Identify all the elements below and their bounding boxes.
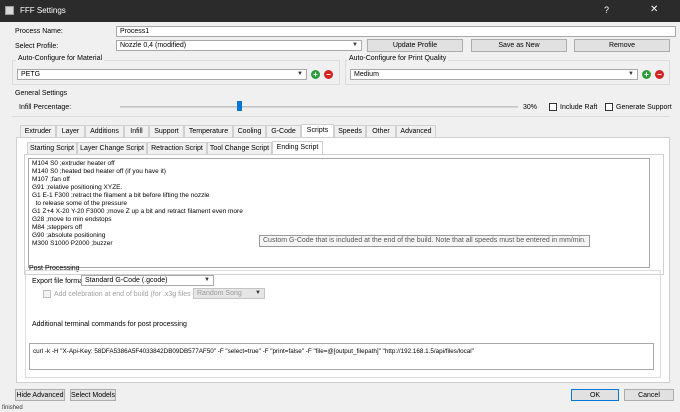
remove-profile-button[interactable]: Remove bbox=[574, 39, 670, 52]
gcode-line: M84 ;steppers off bbox=[32, 224, 83, 231]
section-divider bbox=[12, 116, 670, 117]
terminal-commands-input[interactable]: curl -k -H "X-Api-Key: 58DFA5386A5F40338… bbox=[29, 343, 654, 370]
subtab-starting-script[interactable]: Starting Script bbox=[27, 142, 77, 154]
tab-infill[interactable]: Infill bbox=[124, 125, 149, 137]
tab-temperature[interactable]: Temperature bbox=[184, 125, 233, 137]
include-raft-checkbox[interactable] bbox=[549, 103, 557, 111]
chevron-down-icon: ▼ bbox=[352, 42, 358, 48]
celebration-select[interactable]: Random Song ▼ bbox=[193, 288, 265, 299]
window-title: FFF Settings bbox=[20, 6, 66, 15]
close-icon[interactable]: ✕ bbox=[650, 4, 658, 15]
tab-layer[interactable]: Layer bbox=[56, 125, 85, 137]
tab-speeds[interactable]: Speeds bbox=[334, 125, 366, 137]
ending-script-editor[interactable]: M104 S0 ;extruder heater off M140 S0 ;he… bbox=[28, 158, 650, 268]
status-text: finished bbox=[2, 405, 23, 411]
export-format-value: Standard G-Code (.gcode) bbox=[85, 277, 168, 284]
include-raft-label: Include Raft bbox=[560, 104, 598, 111]
gcode-line: M107 ;fan off bbox=[32, 176, 70, 183]
select-profile-label: Select Profile: bbox=[15, 43, 59, 50]
tab-support[interactable]: Support bbox=[149, 125, 184, 137]
help-icon[interactable]: ? bbox=[604, 5, 609, 15]
terminal-commands-label: Additional terminal commands for post pr… bbox=[32, 321, 187, 328]
subtab-layer-change-script[interactable]: Layer Change Script bbox=[77, 142, 147, 154]
tab-cooling[interactable]: Cooling bbox=[233, 125, 266, 137]
general-settings-label: General Settings bbox=[15, 90, 68, 97]
add-quality-icon[interactable]: + bbox=[642, 70, 651, 79]
infill-slider-thumb[interactable] bbox=[237, 101, 243, 111]
gcode-line: M104 S0 ;extruder heater off bbox=[32, 160, 115, 167]
quality-select-value: Medium bbox=[354, 71, 379, 78]
export-format-select[interactable]: Standard G-Code (.gcode) ▼ bbox=[81, 275, 214, 286]
gcode-line: M140 S0 ;heated bed heater off (if you h… bbox=[32, 168, 166, 175]
tab-other[interactable]: Other bbox=[366, 125, 396, 137]
save-as-new-button[interactable]: Save as New bbox=[471, 39, 567, 52]
process-name-label: Process Name: bbox=[15, 28, 63, 35]
gcode-line: G91 ;relative positioning XYZE. bbox=[32, 184, 123, 191]
cancel-button[interactable]: Cancel bbox=[624, 389, 674, 401]
chevron-down-icon: ▼ bbox=[297, 71, 303, 77]
title-bar: FFF Settings ? ✕ bbox=[0, 0, 680, 22]
update-profile-button[interactable]: Update Profile bbox=[367, 39, 463, 52]
material-select[interactable]: PETG ▼ bbox=[17, 69, 307, 80]
tab-g-code[interactable]: G-Code bbox=[266, 125, 301, 137]
profile-select-value: Nozzle 0,4 (modified) bbox=[120, 42, 187, 49]
generate-support-checkbox[interactable] bbox=[605, 103, 613, 111]
chevron-down-icon: ▼ bbox=[204, 277, 210, 283]
tab-extruder[interactable]: Extruder bbox=[20, 125, 56, 137]
generate-support-label: Generate Support bbox=[616, 104, 672, 111]
add-material-icon[interactable]: + bbox=[311, 70, 320, 79]
celebration-select-value: Random Song bbox=[197, 290, 242, 297]
remove-material-icon[interactable]: − bbox=[324, 70, 333, 79]
material-select-value: PETG bbox=[21, 71, 41, 78]
gcode-line: to release some of the pressure bbox=[32, 200, 128, 207]
infill-percentage-label: Infill Percentage: bbox=[19, 104, 72, 111]
subtab-tool-change-script[interactable]: Tool Change Script bbox=[207, 142, 272, 154]
gcode-line: G28 ;move to min endstops bbox=[32, 216, 112, 223]
chevron-down-icon: ▼ bbox=[628, 71, 634, 77]
celebration-checkbox[interactable] bbox=[43, 290, 51, 298]
select-models-button[interactable]: Select Models bbox=[70, 389, 116, 401]
ending-script-tooltip: Custom G-Code that is included at the en… bbox=[259, 235, 590, 247]
profile-select[interactable]: Nozzle 0,4 (modified) ▼ bbox=[116, 40, 362, 51]
app-icon bbox=[5, 6, 14, 15]
gcode-line: G1 E-1 F300 ;retract the filament a bit … bbox=[32, 192, 210, 199]
celebration-label: Add celebration at end of build (for .x3… bbox=[54, 291, 208, 298]
remove-quality-icon[interactable]: − bbox=[655, 70, 664, 79]
gcode-line: G1 Z+4 X-20 Y-20 F3000 ;move Z up a bit … bbox=[32, 208, 243, 215]
subtab-retraction-script[interactable]: Retraction Script bbox=[147, 142, 207, 154]
material-group-label: Auto-Configure for Material bbox=[16, 54, 105, 63]
fff-settings-dialog: Process Name: Process1 Select Profile: N… bbox=[0, 22, 680, 412]
hide-advanced-button[interactable]: Hide Advanced bbox=[15, 389, 65, 401]
export-format-label: Export file format bbox=[32, 278, 85, 285]
subtab-ending-script[interactable]: Ending Script bbox=[272, 141, 323, 154]
tab-advanced[interactable]: Advanced bbox=[396, 125, 436, 137]
infill-value: 30% bbox=[523, 104, 538, 111]
process-name-input[interactable]: Process1 bbox=[116, 26, 676, 37]
infill-slider-track[interactable] bbox=[120, 106, 518, 108]
chevron-down-icon: ▼ bbox=[255, 290, 261, 296]
tab-additions[interactable]: Additions bbox=[85, 125, 124, 137]
quality-group-label: Auto-Configure for Print Quality bbox=[347, 54, 449, 63]
ok-button[interactable]: OK bbox=[571, 389, 619, 401]
tab-scripts[interactable]: Scripts bbox=[301, 124, 334, 137]
quality-select[interactable]: Medium ▼ bbox=[350, 69, 638, 80]
